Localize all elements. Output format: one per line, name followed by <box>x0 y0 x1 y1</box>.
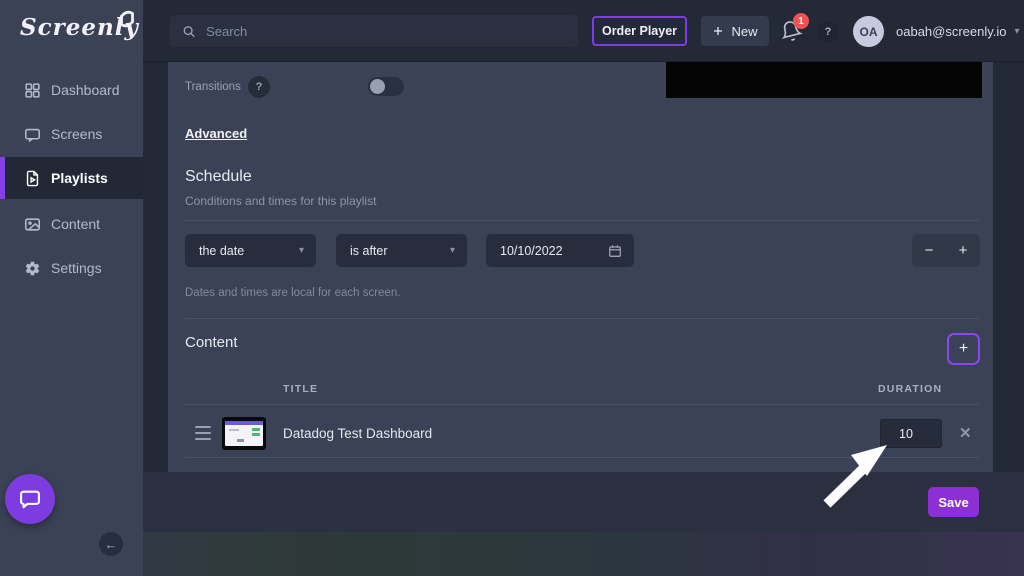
sidebar-item-label: Content <box>51 216 100 232</box>
row-title: Datadog Test Dashboard <box>283 426 432 441</box>
remove-condition-button[interactable]: − <box>921 242 938 259</box>
footer: Save <box>143 472 1024 576</box>
column-header-duration: DURATION <box>878 383 942 395</box>
condition-stepper: − + <box>912 234 980 267</box>
drag-handle[interactable] <box>195 426 211 440</box>
playlist-editor-card: Transitions ? Advanced Schedule Conditio… <box>168 62 993 472</box>
duration-input[interactable] <box>880 419 942 448</box>
condition-date-value: 10/10/2022 <box>500 244 563 258</box>
screenly-logomark-icon <box>116 8 138 30</box>
playlists-icon <box>24 170 41 187</box>
gear-icon <box>24 260 41 277</box>
divider <box>185 318 979 319</box>
transitions-help-button[interactable]: ? <box>248 76 270 98</box>
schedule-note: Dates and times are local for each scree… <box>185 287 400 299</box>
sidebar-item-label: Playlists <box>51 170 108 186</box>
advanced-link[interactable]: Advanced <box>185 126 247 141</box>
condition-operator-value: is after <box>350 244 388 258</box>
condition-field-value: the date <box>199 244 244 258</box>
account-menu[interactable]: oabah@screenly.io ▾ <box>896 0 1020 62</box>
sidebar-item-playlists[interactable]: Playlists <box>0 157 143 199</box>
chevron-down-icon: ▾ <box>450 245 455 256</box>
new-button-label: New <box>731 24 757 39</box>
thumbnail-screenshot <box>225 421 263 446</box>
remove-row-icon[interactable]: ✕ <box>959 424 972 442</box>
column-header-title: TITLE <box>283 383 318 395</box>
avatar[interactable]: OA <box>853 16 884 47</box>
new-button[interactable]: New <box>701 16 769 46</box>
chat-bubble-icon <box>17 486 43 512</box>
content-title: Content <box>185 334 238 351</box>
top-bar: Order Player New 1 ? OA oabah@screenly.i… <box>143 0 1024 62</box>
order-player-button[interactable]: Order Player <box>592 16 687 46</box>
back-button[interactable]: ← <box>99 532 123 556</box>
sidebar-item-label: Settings <box>51 260 102 276</box>
row-thumbnail[interactable] <box>222 417 266 450</box>
sidebar-item-content[interactable]: Content <box>0 209 143 239</box>
sidebar-item-screens[interactable]: Screens <box>0 119 143 149</box>
content-icon <box>24 216 41 233</box>
help-button[interactable]: ? <box>817 21 839 43</box>
notifications-button[interactable]: 1 <box>780 20 806 46</box>
save-button[interactable]: Save <box>928 487 979 517</box>
sidebar-item-label: Dashboard <box>51 82 120 98</box>
search-input[interactable] <box>206 24 566 39</box>
sidebar-item-settings[interactable]: Settings <box>0 253 143 283</box>
dashboard-icon <box>24 82 41 99</box>
divider <box>185 404 979 405</box>
divider <box>185 457 979 458</box>
main-area: Transitions ? Advanced Schedule Conditio… <box>143 62 1024 472</box>
notification-badge: 1 <box>793 13 809 29</box>
account-email: oabah@screenly.io <box>896 24 1007 39</box>
schedule-subtitle: Conditions and times for this playlist <box>185 194 376 208</box>
search-icon <box>182 24 196 39</box>
sidebar-item-label: Screens <box>51 126 102 142</box>
transitions-label: Transitions <box>185 81 241 93</box>
screens-icon <box>24 126 41 143</box>
back-arrow-icon: ← <box>105 537 118 552</box>
condition-field-select[interactable]: the date ▾ <box>185 234 316 267</box>
add-content-button[interactable]: + <box>947 333 980 365</box>
schedule-title: Schedule <box>185 168 252 186</box>
toggle-knob <box>370 79 385 94</box>
condition-date-input[interactable]: 10/10/2022 <box>486 234 634 267</box>
plus-icon <box>712 25 724 37</box>
active-indicator <box>0 157 5 199</box>
chevron-down-icon: ▾ <box>1015 26 1020 37</box>
transitions-toggle[interactable] <box>368 77 404 96</box>
condition-operator-select[interactable]: is after ▾ <box>336 234 467 267</box>
background-gradient <box>143 532 1024 576</box>
search-bar[interactable] <box>170 15 578 47</box>
playlist-preview <box>666 62 982 98</box>
calendar-icon <box>608 244 622 258</box>
brand-logo[interactable]: Screenly <box>20 14 140 58</box>
add-condition-button[interactable]: + <box>955 242 972 259</box>
chevron-down-icon: ▾ <box>299 245 304 256</box>
sidebar-item-dashboard[interactable]: Dashboard <box>0 75 143 105</box>
divider <box>185 220 979 221</box>
chat-widget-button[interactable] <box>5 474 55 524</box>
